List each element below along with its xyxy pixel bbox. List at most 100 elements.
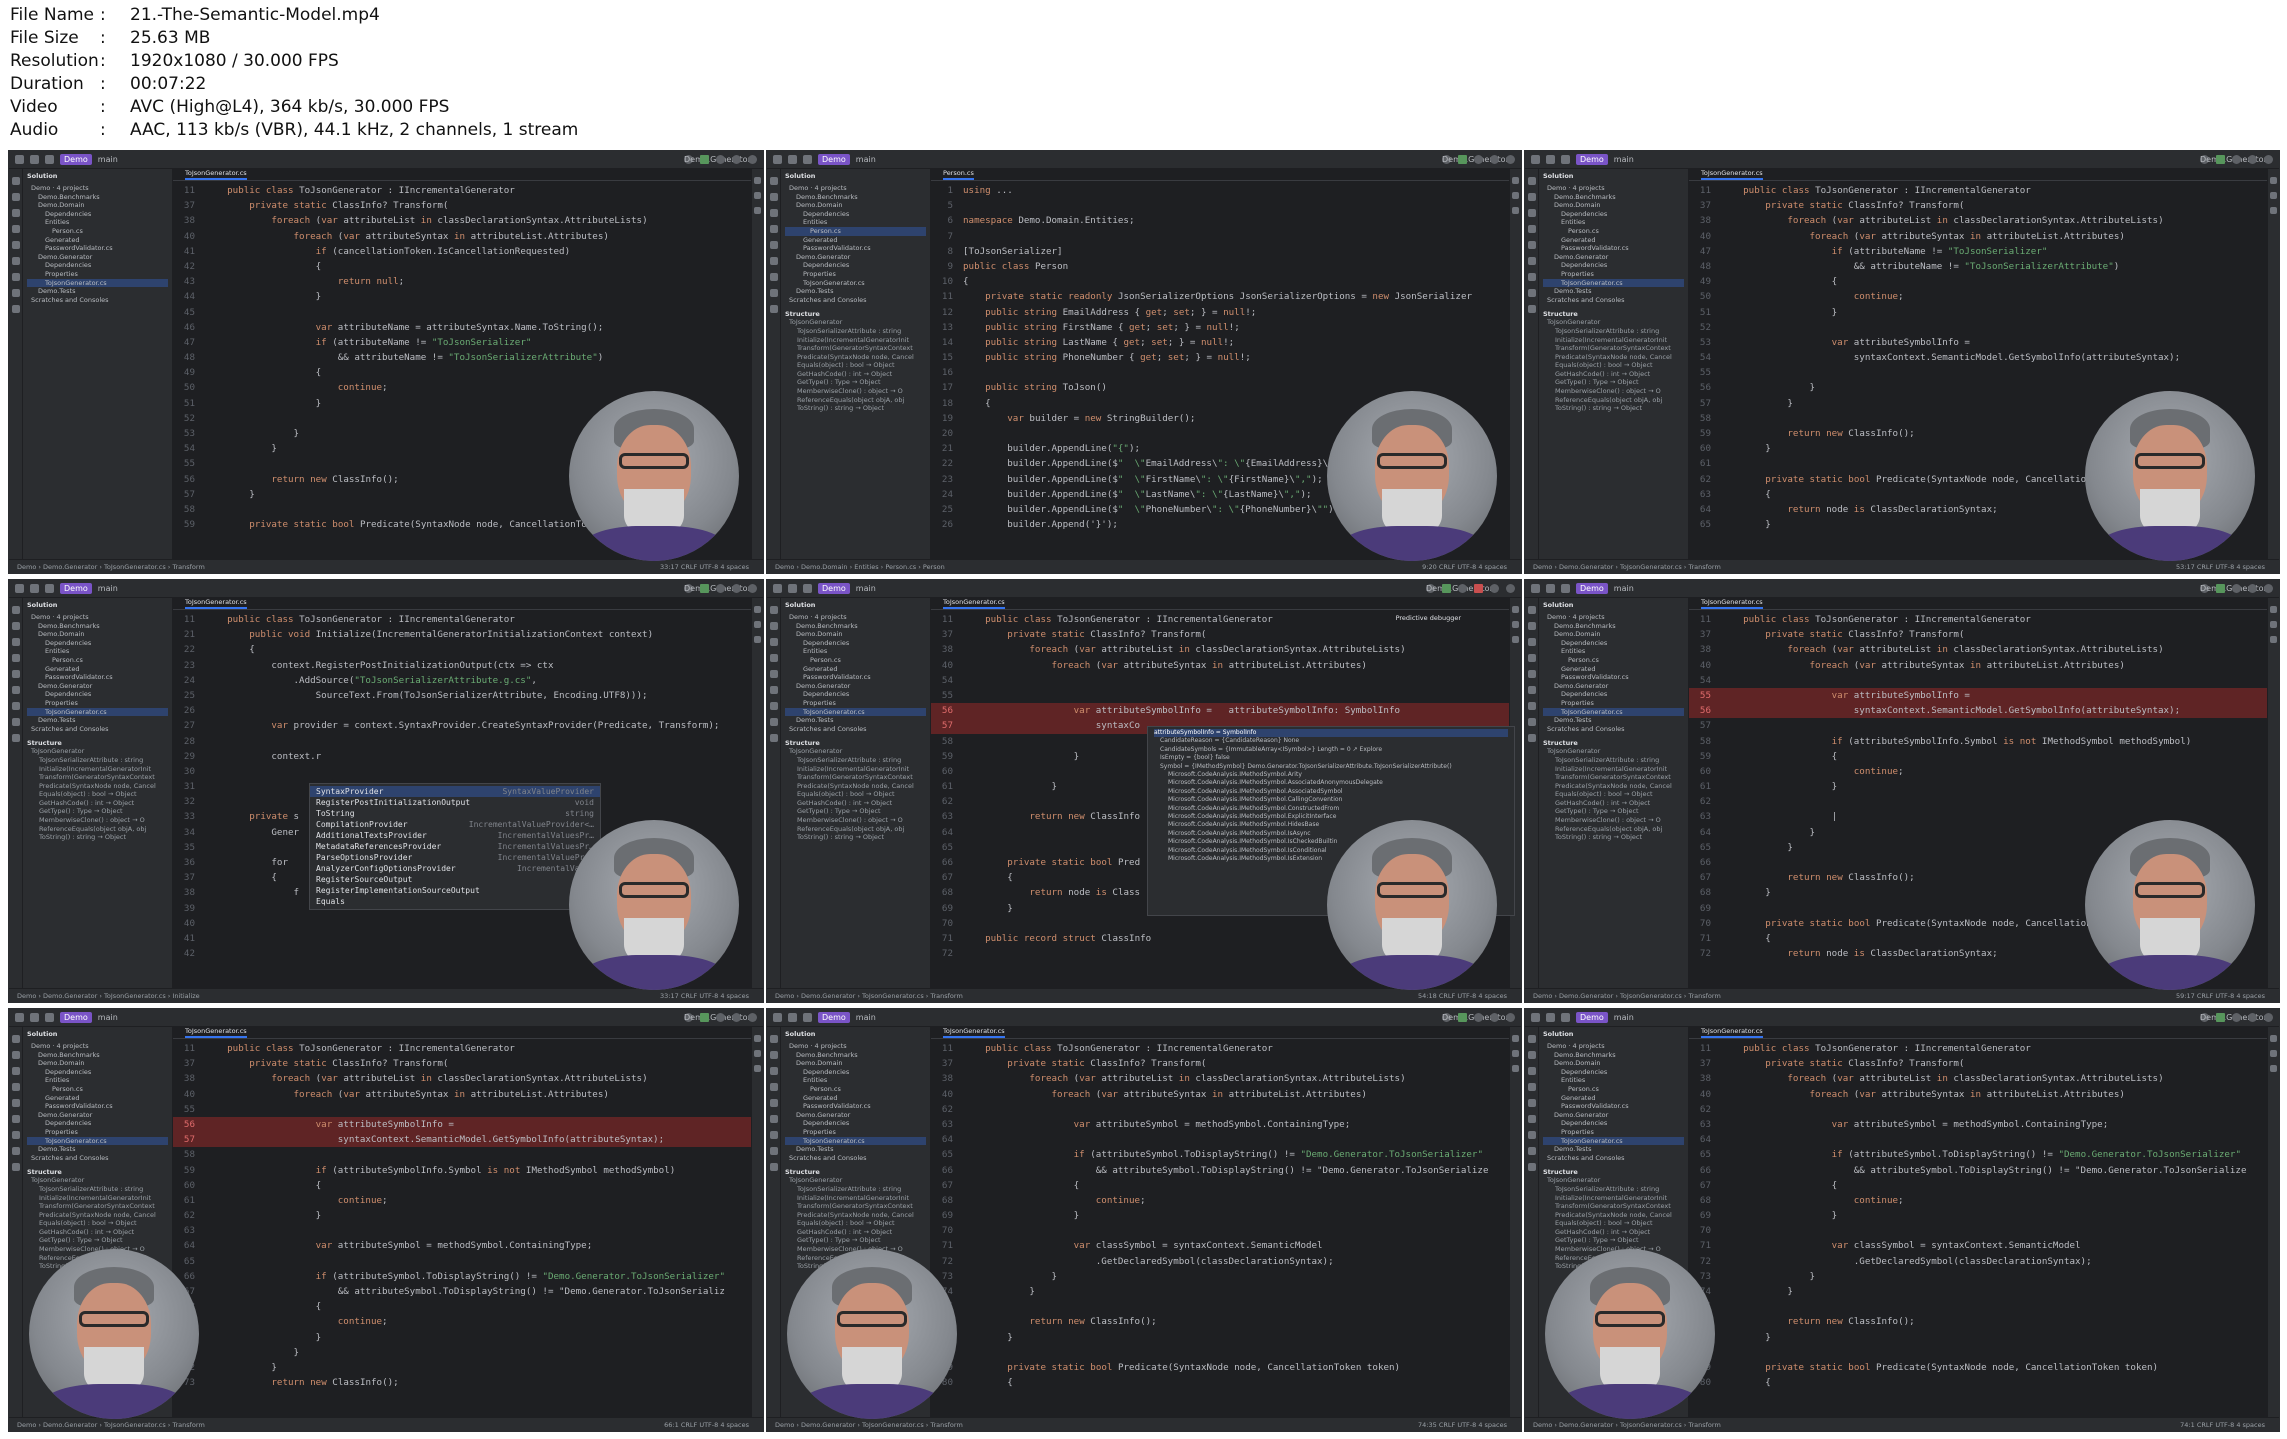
line-number[interactable]: 23 [173,658,205,673]
line-number[interactable]: 72 [1689,946,1721,961]
tree-item[interactable]: Dependencies [1543,639,1684,648]
line-number[interactable]: 62 [931,794,963,809]
gear-icon[interactable] [1506,584,1515,593]
project-badge[interactable]: Demo [60,583,92,594]
debugger-row[interactable]: Symbol = {IMethodSymbol} Demo.Generator.… [1154,763,1508,771]
menu-icon[interactable] [15,1013,24,1022]
menu-icon[interactable] [15,584,24,593]
structure-item[interactable]: GetHashCode() : int → Object [785,1228,926,1237]
structure-item[interactable]: Transform(GeneratorSyntaxContext [1543,344,1684,353]
line-number[interactable]: 56 [931,703,963,718]
line-number[interactable]: 69 [931,1208,963,1223]
tree-item[interactable]: Dependencies [785,1068,926,1077]
line-number[interactable]: 23 [931,472,963,487]
project-badge[interactable]: Demo [818,154,850,165]
line-number[interactable]: 10 [931,274,963,289]
tree-item[interactable]: PasswordValidator.cs [27,673,168,682]
tree-item[interactable]: Demo.Generator [785,1111,926,1120]
line-number[interactable]: 70 [1689,1223,1721,1238]
problems-icon[interactable] [770,734,778,742]
run-config-selector[interactable]: Demo.Generator [2200,584,2267,593]
line-number[interactable]: 22 [173,642,205,657]
notifications-icon[interactable] [1512,606,1519,613]
line-number[interactable]: 47 [173,335,205,350]
tree-item[interactable]: Demo.Domain [27,201,168,210]
line-number[interactable]: 40 [931,1087,963,1102]
search-icon[interactable] [732,584,741,593]
line-number[interactable]: 37 [1689,627,1721,642]
line-number[interactable]: 70 [1689,916,1721,931]
tree-item[interactable]: Demo.Generator [785,682,926,691]
line-number[interactable]: 29 [173,749,205,764]
terminal-icon[interactable] [1528,1147,1536,1155]
notifications-icon[interactable] [754,606,761,613]
line-number[interactable]: 53 [1689,335,1721,350]
debugger-row[interactable]: Microsoft.CodeAnalysis.IMethodSymbol.Con… [1154,805,1508,813]
folder-icon[interactable] [12,606,20,614]
structure-item[interactable]: ToJsonGenerator [1543,1176,1684,1185]
forward-icon[interactable] [803,584,812,593]
tree-item[interactable]: Person.cs [1543,656,1684,665]
tree-item[interactable]: Demo.Domain [27,630,168,639]
line-number[interactable]: 19 [931,411,963,426]
debug-tool-icon[interactable] [1528,273,1536,281]
structure-item[interactable]: GetType() : Type → Object [785,1236,926,1245]
line-number[interactable]: 47 [1689,244,1721,259]
problems-icon[interactable] [770,305,778,313]
terminal-icon[interactable] [12,718,20,726]
line-number[interactable]: 63 [931,809,963,824]
line-number[interactable]: 40 [1689,658,1721,673]
commit-icon[interactable] [770,193,778,201]
line-number[interactable]: 58 [1689,734,1721,749]
line-number[interactable]: 62 [931,1102,963,1117]
line-number[interactable]: 54 [1689,350,1721,365]
editor-tab[interactable]: ToJsonGenerator.cs [1701,1027,1763,1038]
problems-icon[interactable] [12,734,20,742]
line-number[interactable]: 72 [931,1254,963,1269]
tree-item[interactable]: Demo.Generator [27,253,168,262]
structure-item[interactable]: GetHashCode() : int → Object [1543,370,1684,379]
tree-item[interactable]: Person.cs [27,1085,168,1094]
tree-item[interactable]: Demo.Tests [27,287,168,296]
folder-icon[interactable] [12,1035,20,1043]
structure-item[interactable]: MemberwiseClone() : object → O [785,387,926,396]
line-number[interactable]: 63 [931,1117,963,1132]
line-number[interactable]: 57 [173,487,205,502]
debugger-row[interactable]: CandidateSymbols = {ImmutableArray<ISymb… [1154,746,1508,754]
tree-item[interactable]: ToJsonGenerator.cs [785,1136,926,1146]
tree-item[interactable]: Dependencies [785,639,926,648]
structure-item[interactable]: ToJsonSerializerAttribute : string [27,756,168,765]
tree-item[interactable]: Entities [785,647,926,656]
line-number[interactable]: 11 [173,1041,205,1056]
tree-item[interactable]: Dependencies [27,1119,168,1128]
structure-icon[interactable] [770,225,778,233]
tree-item[interactable]: Properties [785,270,926,279]
line-number[interactable]: 64 [1689,502,1721,517]
database-icon[interactable] [1512,621,1519,628]
line-number[interactable]: 62 [1689,472,1721,487]
ai-assistant-icon[interactable] [754,207,761,214]
branch-selector[interactable]: main [856,584,876,593]
tree-item[interactable]: Properties [27,1128,168,1137]
back-icon[interactable] [1546,155,1555,164]
tree-item[interactable]: Demo.Benchmarks [1543,622,1684,631]
tree-item[interactable]: Generated [1543,665,1684,674]
terminal-icon[interactable] [770,718,778,726]
breadcrumb[interactable]: Demo › Demo.Generator › ToJsonGenerator.… [775,1421,963,1429]
structure-item[interactable]: ToJsonSerializerAttribute : string [785,327,926,336]
line-number[interactable]: 57 [1689,718,1721,733]
run-tool-icon[interactable] [770,1115,778,1123]
tree-item[interactable]: Person.cs [785,656,926,665]
editor-tab[interactable]: ToJsonGenerator.cs [1701,169,1763,180]
line-number[interactable]: 38 [1689,1071,1721,1086]
line-number[interactable]: 63 [1689,1117,1721,1132]
tree-item[interactable]: Demo · 4 projects [785,1042,926,1051]
line-number[interactable]: 22 [931,456,963,471]
tree-item[interactable]: ToJsonGenerator.cs [785,279,926,288]
structure-icon[interactable] [1528,654,1536,662]
tree-item[interactable]: Scratches and Consoles [27,296,168,305]
completion-item[interactable]: AdditionalTextsProvider IncrementalValues… [310,830,600,841]
tree-item[interactable]: Demo.Tests [1543,287,1684,296]
tree-item[interactable]: Scratches and Consoles [1543,1154,1684,1163]
tree-item[interactable]: Demo.Tests [1543,716,1684,725]
